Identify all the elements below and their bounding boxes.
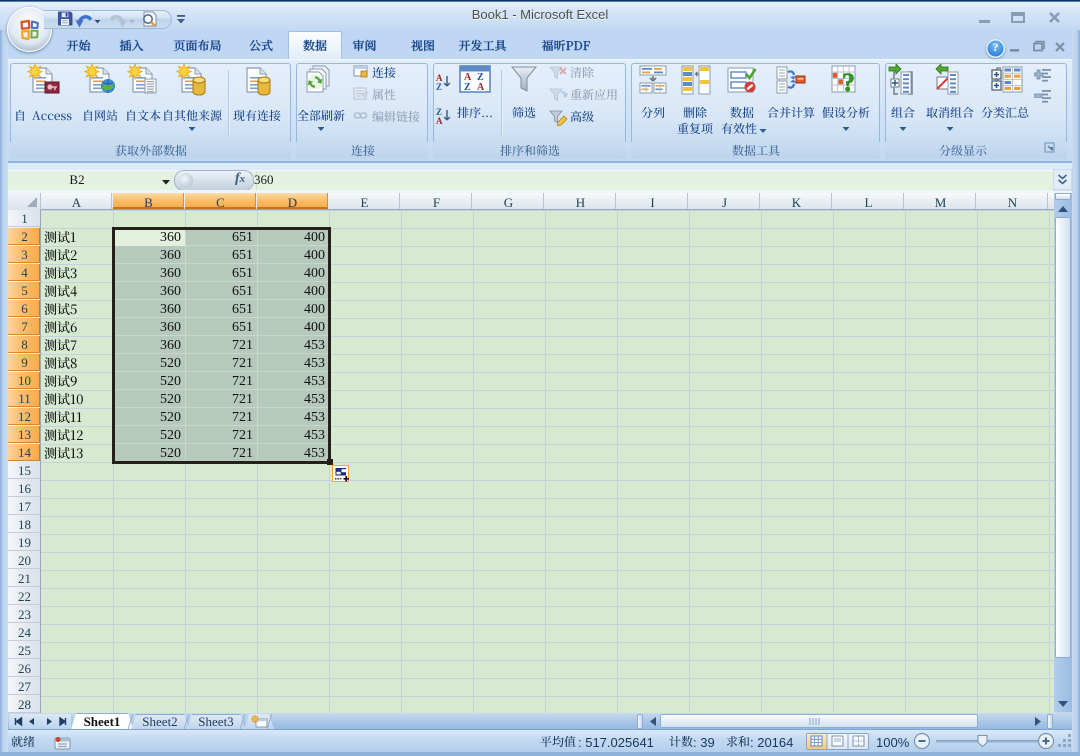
svg-text:Z: Z: [464, 82, 471, 93]
svg-text:A: A: [477, 82, 485, 93]
svg-text:?: ?: [842, 68, 855, 97]
svg-text:Z: Z: [436, 82, 442, 92]
svg-text:A: A: [436, 116, 443, 126]
